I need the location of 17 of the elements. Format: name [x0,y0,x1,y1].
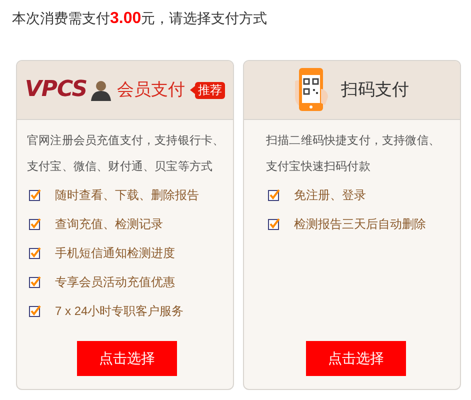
logo: VPCS [24,79,88,101]
select-button[interactable]: 点击选择 [306,341,406,376]
feature-text: 免注册、登录 [294,187,366,204]
option-title: 扫码支付 [341,79,409,102]
feature-text: 专享会员活动充值优惠 [55,274,175,291]
option-title: 会员支付 [117,79,186,102]
option-description: 扫描二维码快捷支付，支持微信、支付宝快速扫码付款 [266,134,442,175]
option-description: 官网注册会员充值支付，支持银行卡、支付宝、微信、财付通、贝宝等方式 [27,133,226,175]
phone-qr-code-icon [295,67,329,113]
feature-text: 手机短信通知检测进度 [55,245,175,262]
feature-text: 查询充值、检测记录 [55,216,163,233]
feature-text: 7 x 24小时专职客户服务 [55,303,184,320]
payment-prompt: 本次消费需支付3.00元，请选择支付方式 [12,9,268,29]
select-button[interactable]: 点击选择 [77,341,177,376]
person-icon [90,79,112,101]
feature-text: 检测报告三天后自动删除 [294,216,426,233]
feature-text: 随时查看、下载、删除报告 [55,187,199,204]
